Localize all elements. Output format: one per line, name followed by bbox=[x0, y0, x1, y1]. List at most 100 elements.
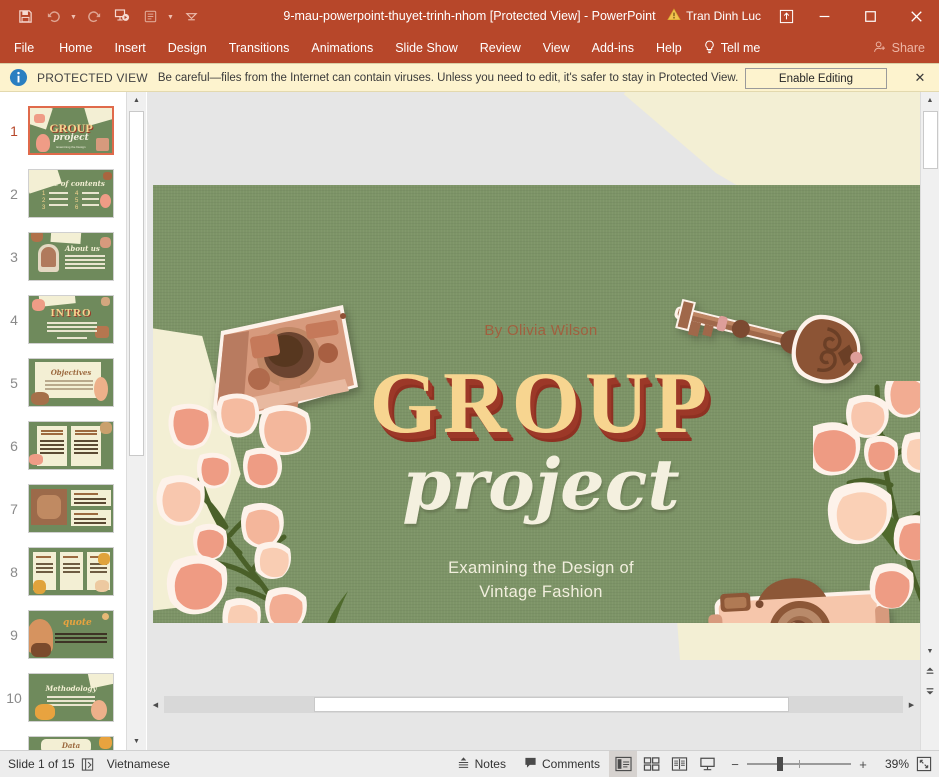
thumbnail-slide-5[interactable]: 5 Objectives bbox=[0, 351, 126, 414]
zoom-out-button[interactable]: − bbox=[729, 757, 741, 772]
scroll-right-button[interactable]: ▶ bbox=[903, 696, 920, 713]
thumbnail-preview: Objectives bbox=[28, 358, 114, 407]
slide-show-button[interactable] bbox=[693, 751, 721, 777]
thumbnail-number: 1 bbox=[0, 123, 28, 139]
comments-button[interactable]: Comments bbox=[515, 751, 609, 777]
reading-view-button[interactable] bbox=[665, 751, 693, 777]
tab-view[interactable]: View bbox=[532, 32, 581, 64]
slide-counter[interactable]: Slide 1 of 15 bbox=[0, 757, 75, 771]
thumbnail-number: 5 bbox=[0, 375, 28, 391]
account-info[interactable]: Tran Dinh Luc bbox=[663, 8, 771, 24]
undo-dropdown-caret-icon[interactable]: ▼ bbox=[68, 4, 79, 28]
comments-label: Comments bbox=[542, 757, 600, 771]
maximize-restore-button[interactable] bbox=[847, 0, 893, 32]
ribbon-display-options-icon[interactable] bbox=[771, 0, 801, 32]
thumbnail-slide-4[interactable]: 4 INTRO bbox=[0, 288, 126, 351]
previous-slide-button[interactable] bbox=[921, 662, 939, 679]
thumbnail-scroll-up-button[interactable]: ▲ bbox=[127, 92, 146, 109]
slide-canvas[interactable]: By Olivia Wilson GROUP project Examining… bbox=[153, 185, 920, 623]
slide-vertical-scrollbar[interactable]: ▲ ▼ bbox=[920, 92, 939, 750]
thumbnail-number: 3 bbox=[0, 249, 28, 265]
thumbnail-slide-6[interactable]: 6 bbox=[0, 414, 126, 477]
thumbnail-slide-1[interactable]: 1 GROUP project Examining the Design bbox=[0, 99, 126, 162]
thumbnail-preview: INTRO bbox=[28, 295, 114, 344]
enable-editing-button[interactable]: Enable Editing bbox=[745, 68, 887, 89]
thumbnail-number: 7 bbox=[0, 501, 28, 517]
account-name: Tran Dinh Luc bbox=[686, 9, 761, 23]
tab-transitions[interactable]: Transitions bbox=[218, 32, 301, 64]
account-warning-icon bbox=[667, 8, 681, 24]
thumbnail-scrollbar-thumb[interactable] bbox=[129, 111, 144, 456]
thumbnail-number: 9 bbox=[0, 627, 28, 643]
tab-animations[interactable]: Animations bbox=[300, 32, 384, 64]
horizontal-scroll-track[interactable] bbox=[164, 696, 903, 713]
thumbnail-slide-3[interactable]: 3 About us bbox=[0, 225, 126, 288]
thumbnail-preview bbox=[28, 484, 114, 533]
tab-design[interactable]: Design bbox=[157, 32, 218, 64]
tell-me-label: Tell me bbox=[721, 41, 761, 55]
zoom-in-button[interactable]: + bbox=[857, 757, 869, 772]
customize-qat-icon[interactable] bbox=[178, 4, 204, 28]
slide-subtitle-line1: Examining the Design of bbox=[448, 559, 634, 577]
touch-mouse-mode-icon[interactable] bbox=[137, 4, 163, 28]
protected-view-bar: PROTECTED VIEW Be careful—files from the… bbox=[0, 64, 939, 92]
touch-mode-caret-icon[interactable]: ▼ bbox=[165, 4, 176, 28]
thumbnail-scroll-down-button[interactable]: ▼ bbox=[127, 733, 146, 750]
thumbnail-preview: Data bbox=[28, 736, 114, 750]
thumbnail-preview: quote bbox=[28, 610, 114, 659]
tab-insert[interactable]: Insert bbox=[104, 32, 157, 64]
thumbnail-preview bbox=[28, 547, 114, 596]
zoom-level-label[interactable]: 39% bbox=[877, 757, 909, 771]
thumbnail-preview bbox=[28, 421, 114, 470]
tab-file[interactable]: File bbox=[0, 32, 48, 64]
undo-icon[interactable] bbox=[40, 4, 66, 28]
share-person-icon bbox=[873, 40, 887, 57]
scroll-down-button[interactable]: ▼ bbox=[921, 643, 939, 660]
ribbon-tab-bar: File Home Insert Design Transitions Anim… bbox=[0, 32, 939, 64]
share-button[interactable]: Share bbox=[865, 32, 939, 64]
slide-thumbnail-pane[interactable]: 1 GROUP project Examining the Design 2 T… bbox=[0, 92, 126, 750]
scroll-left-button[interactable]: ◀ bbox=[147, 696, 164, 713]
tab-review[interactable]: Review bbox=[469, 32, 532, 64]
normal-view-button[interactable] bbox=[609, 751, 637, 777]
slide-sorter-view-button[interactable] bbox=[637, 751, 665, 777]
close-protected-view-icon[interactable]: ✕ bbox=[909, 64, 931, 92]
tell-me-search[interactable]: Tell me bbox=[693, 32, 771, 64]
vertical-scrollbar-thumb[interactable] bbox=[923, 111, 938, 169]
minimize-button[interactable] bbox=[801, 0, 847, 32]
accessibility-checker-icon[interactable] bbox=[75, 757, 101, 772]
tab-home[interactable]: Home bbox=[48, 32, 103, 64]
slide-horizontal-scrollbar[interactable]: ◀ ▶ bbox=[147, 696, 920, 713]
notes-button[interactable]: Notes bbox=[448, 751, 515, 777]
tab-add-ins[interactable]: Add-ins bbox=[581, 32, 645, 64]
lightbulb-icon bbox=[703, 40, 716, 57]
zoom-control[interactable]: − + bbox=[721, 757, 877, 772]
zoom-slider-handle[interactable] bbox=[777, 757, 783, 771]
language-indicator[interactable]: Vietnamese bbox=[101, 757, 170, 771]
title-bar: ▼ ▼ 9-mau-powerpoint-thuyet-trinh-nhom [… bbox=[0, 0, 939, 32]
zoom-slider[interactable] bbox=[747, 757, 851, 771]
tab-help[interactable]: Help bbox=[645, 32, 693, 64]
thumbnail-slide-11[interactable]: 11 Data bbox=[0, 729, 126, 750]
thumbnail-slide-10[interactable]: 10 Methodology bbox=[0, 666, 126, 729]
thumbnail-pane-scrollbar[interactable]: ▲ ▼ bbox=[126, 92, 146, 750]
next-slide-button[interactable] bbox=[921, 682, 939, 699]
start-presentation-icon[interactable] bbox=[109, 4, 135, 28]
redo-icon[interactable] bbox=[81, 4, 107, 28]
scroll-up-button[interactable]: ▲ bbox=[921, 92, 939, 109]
fit-slide-to-window-icon[interactable] bbox=[909, 756, 939, 772]
thumbnail-slide-8[interactable]: 8 bbox=[0, 540, 126, 603]
close-button[interactable] bbox=[893, 0, 939, 32]
slide-subtitle: Examining the Design of Vintage Fashion bbox=[153, 557, 920, 605]
save-icon[interactable] bbox=[12, 4, 38, 28]
thumbnail-slide-9[interactable]: 9 quote bbox=[0, 603, 126, 666]
share-label: Share bbox=[892, 41, 925, 55]
thumbnail-slide-7[interactable]: 7 bbox=[0, 477, 126, 540]
thumbnail-slide-2[interactable]: 2 Table of contents 123 456 bbox=[0, 162, 126, 225]
tab-slide-show[interactable]: Slide Show bbox=[384, 32, 469, 64]
info-icon bbox=[9, 68, 28, 87]
horizontal-scrollbar-thumb[interactable] bbox=[314, 697, 789, 712]
thumbnail-number: 2 bbox=[0, 186, 28, 202]
thumbnail-number: 6 bbox=[0, 438, 28, 454]
slide-editing-area[interactable]: By Olivia Wilson GROUP project Examining… bbox=[147, 92, 920, 750]
